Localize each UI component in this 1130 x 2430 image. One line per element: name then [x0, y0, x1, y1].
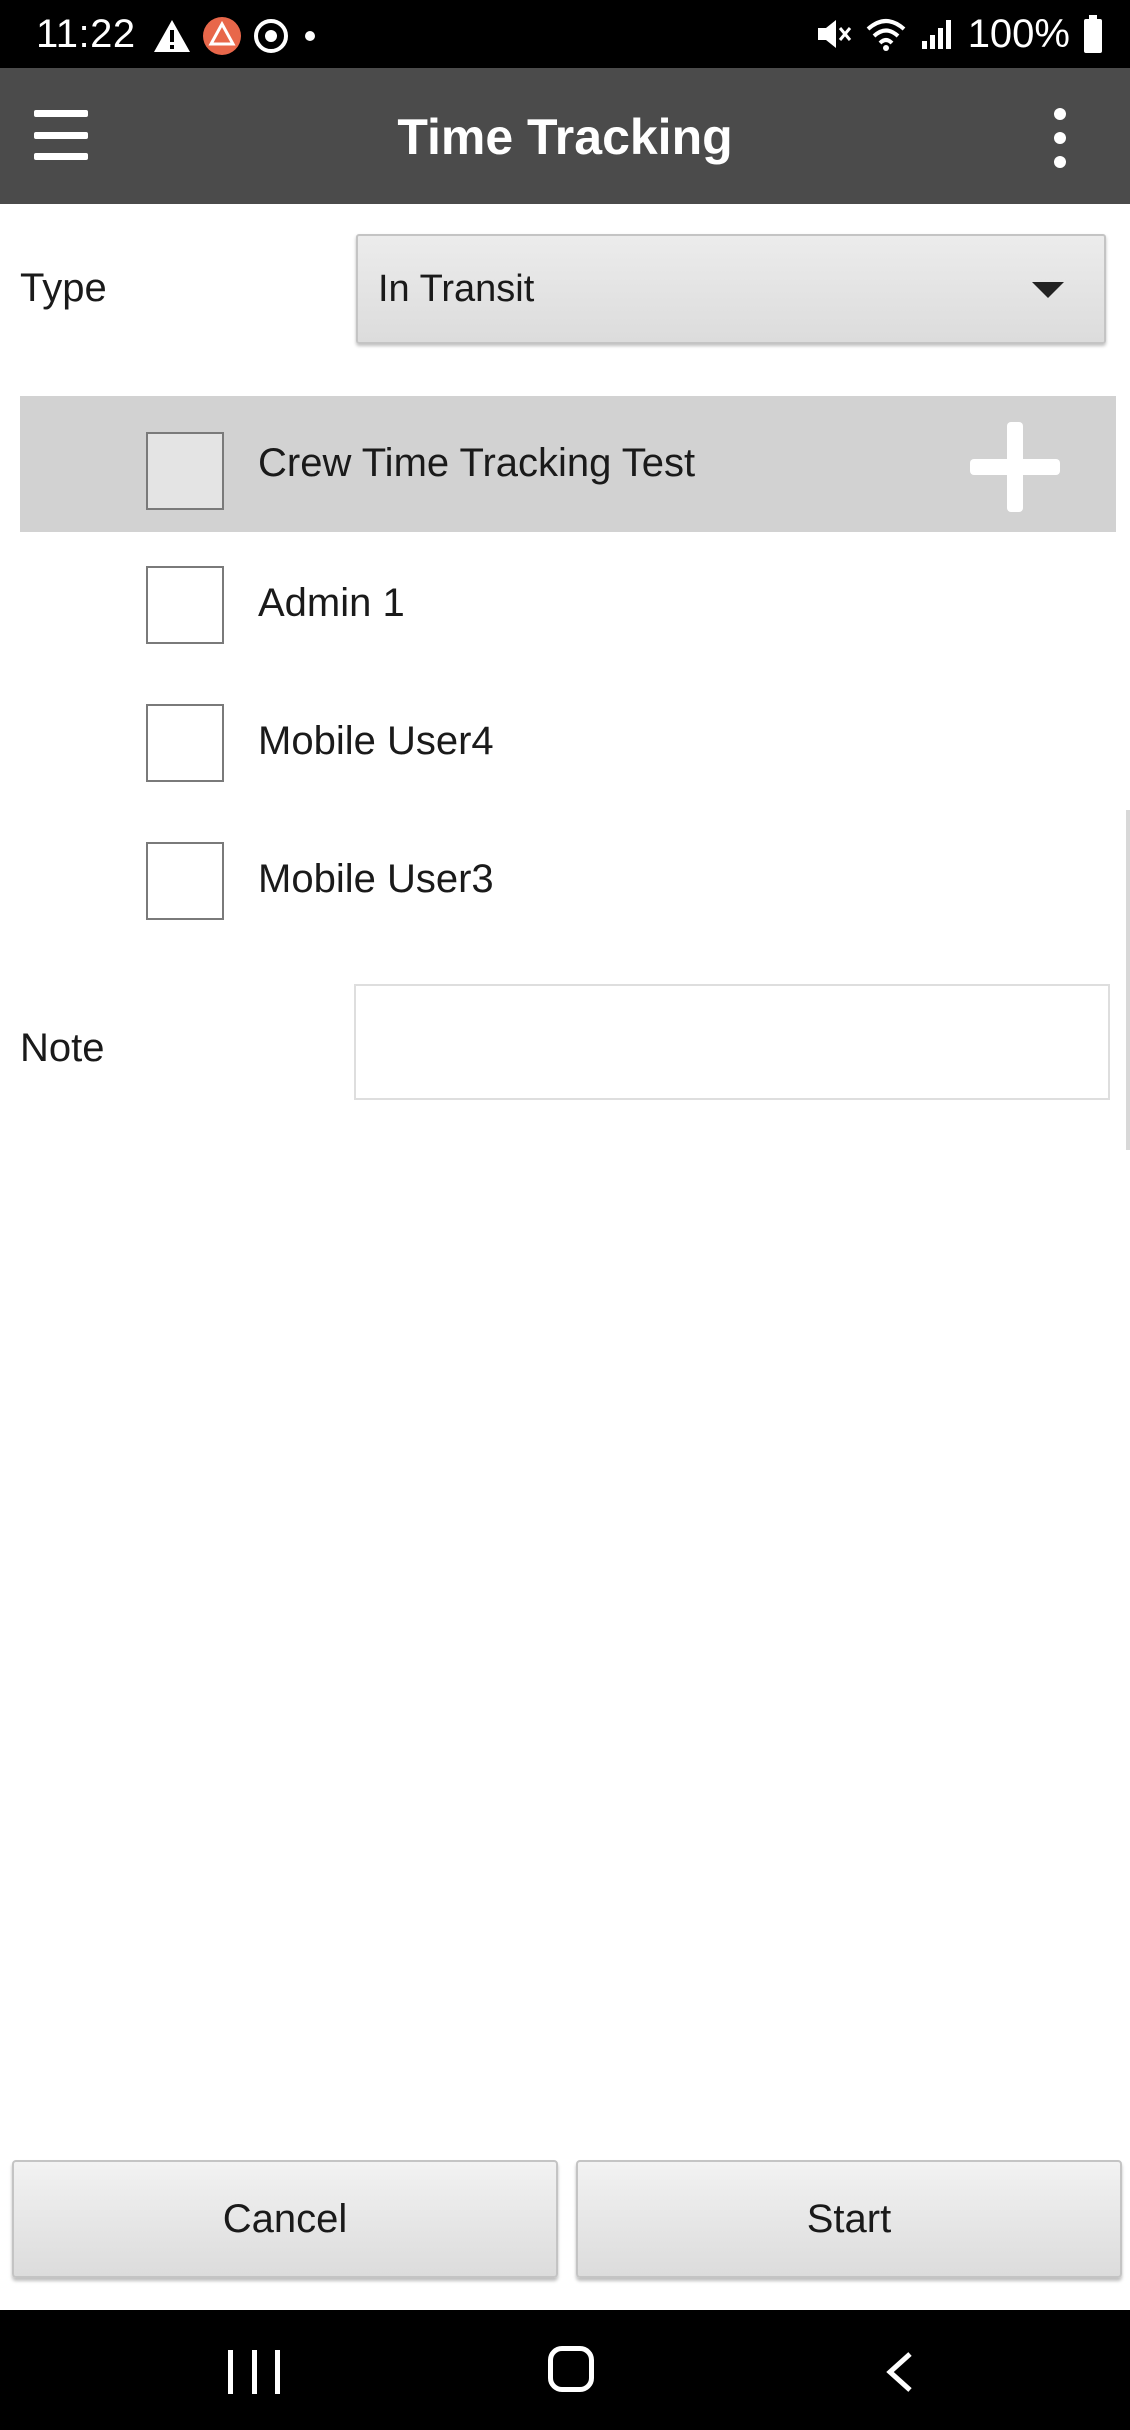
crew-member-row: Mobile User4: [20, 674, 1116, 812]
status-system-icons: 100%: [814, 10, 1104, 58]
status-time: 11:22: [36, 12, 136, 56]
crew-member-name: Mobile User4: [258, 719, 494, 763]
crew-header-row: Crew Time Tracking Test: [20, 396, 1116, 532]
more-vert-icon[interactable]: [1020, 98, 1100, 178]
battery-level: 100%: [967, 12, 1070, 56]
crew-member-row: Admin 1: [20, 536, 1116, 674]
sync-icon: [254, 19, 288, 53]
status-notification-icons: [152, 16, 320, 56]
crew-member-checkbox[interactable]: [146, 566, 224, 644]
start-button[interactable]: Start: [576, 2160, 1122, 2278]
app-bar: Time Tracking: [0, 68, 1130, 204]
caret-down-icon: [1032, 282, 1064, 298]
app-notification-icon: [203, 17, 241, 55]
cancel-button[interactable]: Cancel: [12, 2160, 558, 2278]
note-input[interactable]: [354, 984, 1110, 1100]
type-dropdown[interactable]: In Transit: [356, 234, 1106, 344]
crew-member-row: Mobile User3: [20, 812, 1116, 950]
home-icon[interactable]: [548, 2346, 594, 2392]
dot-icon: [305, 31, 315, 41]
scroll-indicator: [1126, 810, 1130, 1150]
type-label: Type: [20, 266, 107, 310]
status-bar: 11:22 100%: [0, 0, 1130, 68]
add-member-icon[interactable]: [970, 422, 1060, 512]
recents-icon[interactable]: [228, 2350, 280, 2394]
back-icon[interactable]: [880, 2350, 920, 2394]
note-label: Note: [20, 1026, 105, 1070]
crew-member-name: Mobile User3: [258, 857, 494, 901]
warning-icon: [154, 20, 190, 52]
wifi-icon: [866, 19, 906, 51]
page-title: Time Tracking: [397, 109, 733, 165]
type-dropdown-value: In Transit: [378, 268, 535, 310]
crew-member-checkbox[interactable]: [146, 842, 224, 920]
system-navigation-bar: [0, 2310, 1130, 2430]
signal-icon: [921, 20, 951, 49]
crew-name: Crew Time Tracking Test: [258, 441, 696, 485]
crew-member-checkbox[interactable]: [146, 704, 224, 782]
hamburger-menu-icon[interactable]: [30, 104, 92, 166]
crew-select-all-checkbox[interactable]: [146, 432, 224, 510]
crew-member-name: Admin 1: [258, 581, 405, 625]
mute-icon: [817, 20, 851, 48]
battery-icon: [1084, 15, 1102, 53]
